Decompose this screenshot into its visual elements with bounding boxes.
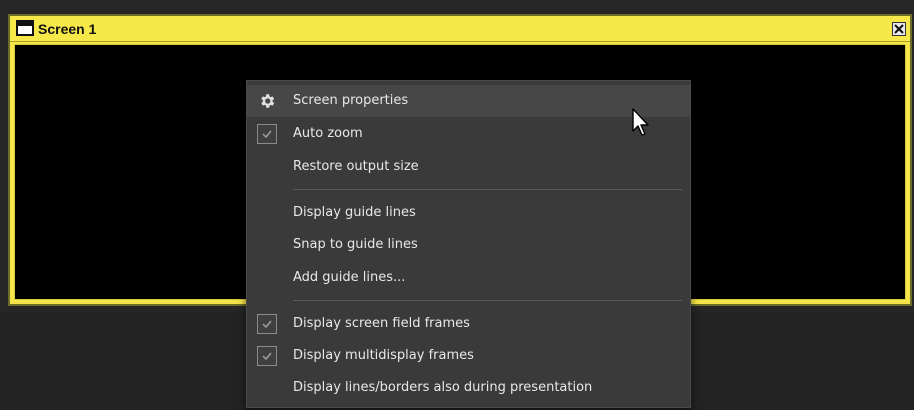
checkbox-icon	[257, 124, 277, 144]
menu-item-label: Display guide lines	[293, 205, 416, 220]
menu-item-label: Auto zoom	[293, 126, 363, 141]
menu-item-label: Display lines/borders also during presen…	[293, 380, 593, 395]
application-stage: Screen 1 Screen properties Auto zoom Res…	[0, 0, 914, 410]
menu-item-add-guide-lines[interactable]: Add guide lines...	[247, 262, 690, 294]
menu-item-screen-properties[interactable]: Screen properties	[247, 85, 690, 117]
menu-item-display-lines-borders-during-presentation[interactable]: Display lines/borders also during presen…	[247, 372, 690, 404]
menu-item-restore-output-size[interactable]: Restore output size	[247, 151, 690, 183]
gear-icon	[261, 94, 275, 108]
menu-item-auto-zoom[interactable]: Auto zoom	[247, 118, 690, 150]
menu-item-label: Display multidisplay frames	[293, 348, 474, 363]
window-icon	[16, 20, 34, 36]
checkbox-icon	[257, 346, 277, 366]
window-title: Screen 1	[38, 21, 97, 37]
menu-item-label: Screen properties	[293, 93, 409, 108]
menu-item-label: Display screen field frames	[293, 316, 470, 331]
menu-item-label: Restore output size	[293, 159, 419, 174]
menu-item-display-guide-lines[interactable]: Display guide lines	[247, 197, 690, 229]
menu-item-display-screen-field-frames[interactable]: Display screen field frames	[247, 308, 690, 340]
menu-item-display-multidisplay-frames[interactable]: Display multidisplay frames	[247, 340, 690, 372]
mouse-pointer-icon	[632, 108, 649, 136]
menu-item-snap-to-guide-lines[interactable]: Snap to guide lines	[247, 229, 690, 261]
close-icon	[894, 24, 904, 34]
menu-item-label: Add guide lines...	[293, 270, 406, 285]
menu-item-label: Snap to guide lines	[293, 237, 418, 252]
menu-separator	[293, 300, 682, 301]
context-menu: Screen properties Auto zoom Restore outp…	[246, 80, 691, 408]
checkbox-icon	[257, 314, 277, 334]
menu-separator	[293, 189, 682, 190]
window-titlebar[interactable]: Screen 1	[10, 16, 910, 42]
close-button[interactable]	[892, 22, 906, 36]
